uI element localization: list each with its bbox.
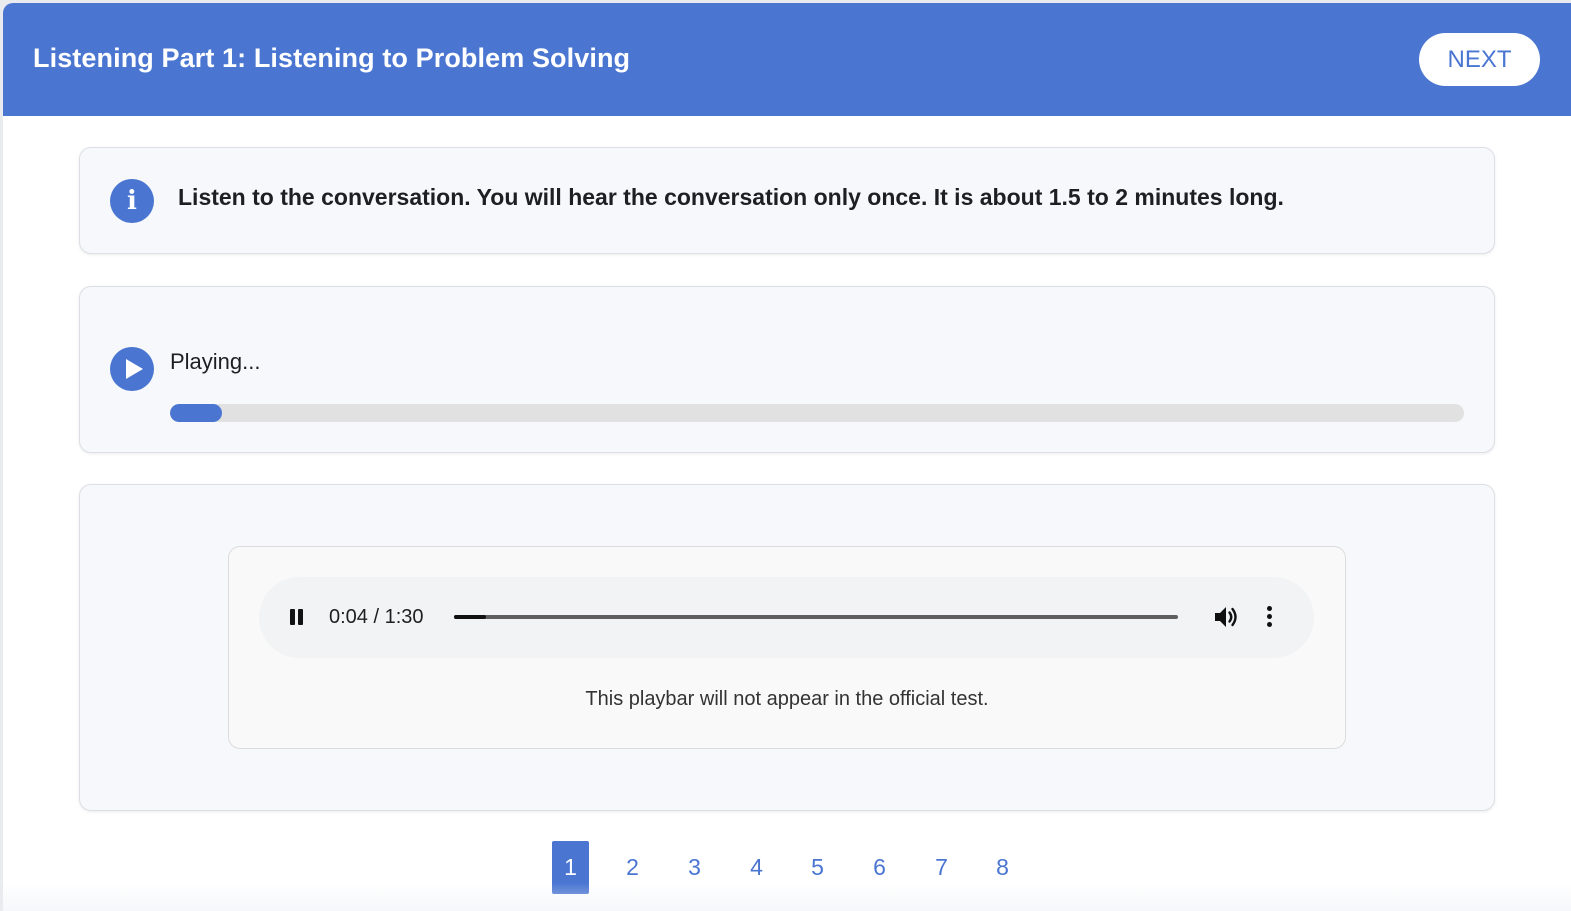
playback-status-card: Playing... bbox=[79, 286, 1495, 453]
info-icon: i bbox=[110, 179, 154, 223]
playbar-disclaimer: This playbar will not appear in the offi… bbox=[585, 688, 989, 710]
audio-player-container: 0:04 / 1:30 This playbar will not appear… bbox=[228, 546, 1346, 749]
playback-progress-fill bbox=[170, 404, 222, 422]
pause-icon[interactable] bbox=[287, 608, 307, 628]
page-title: Listening Part 1: Listening to Problem S… bbox=[33, 43, 631, 73]
app-frame: Listening Part 1: Listening to Problem S… bbox=[3, 3, 1571, 911]
top-header-bar: Listening Part 1: Listening to Problem S… bbox=[3, 3, 1571, 116]
page-5-button[interactable]: 5 bbox=[799, 841, 836, 894]
play-circle-icon bbox=[110, 347, 154, 391]
playback-progress-bar bbox=[170, 404, 1464, 422]
page-2-button[interactable]: 2 bbox=[614, 841, 651, 894]
playback-status-label: Playing... bbox=[170, 349, 261, 374]
audio-player-card: 0:04 / 1:30 This playbar will not appear… bbox=[79, 484, 1495, 811]
page-4-button[interactable]: 4 bbox=[738, 841, 775, 894]
audio-playbar: 0:04 / 1:30 bbox=[259, 577, 1314, 658]
next-button[interactable]: NEXT bbox=[1419, 33, 1540, 86]
seek-slider[interactable] bbox=[454, 615, 1178, 619]
instruction-text: Listen to the conversation. You will hea… bbox=[178, 184, 1284, 210]
page-1-button[interactable]: 1 bbox=[552, 841, 589, 894]
page-6-button[interactable]: 6 bbox=[861, 841, 898, 894]
page-7-button[interactable]: 7 bbox=[923, 841, 960, 894]
time-display: 0:04 / 1:30 bbox=[329, 606, 424, 628]
page-3-button[interactable]: 3 bbox=[676, 841, 713, 894]
instruction-card: i Listen to the conversation. You will h… bbox=[79, 147, 1495, 254]
seek-slider-fill bbox=[454, 615, 487, 619]
more-options-icon[interactable] bbox=[1264, 604, 1276, 630]
page-8-button[interactable]: 8 bbox=[984, 841, 1021, 894]
bottom-fade bbox=[3, 883, 1571, 911]
volume-icon[interactable] bbox=[1212, 604, 1240, 630]
